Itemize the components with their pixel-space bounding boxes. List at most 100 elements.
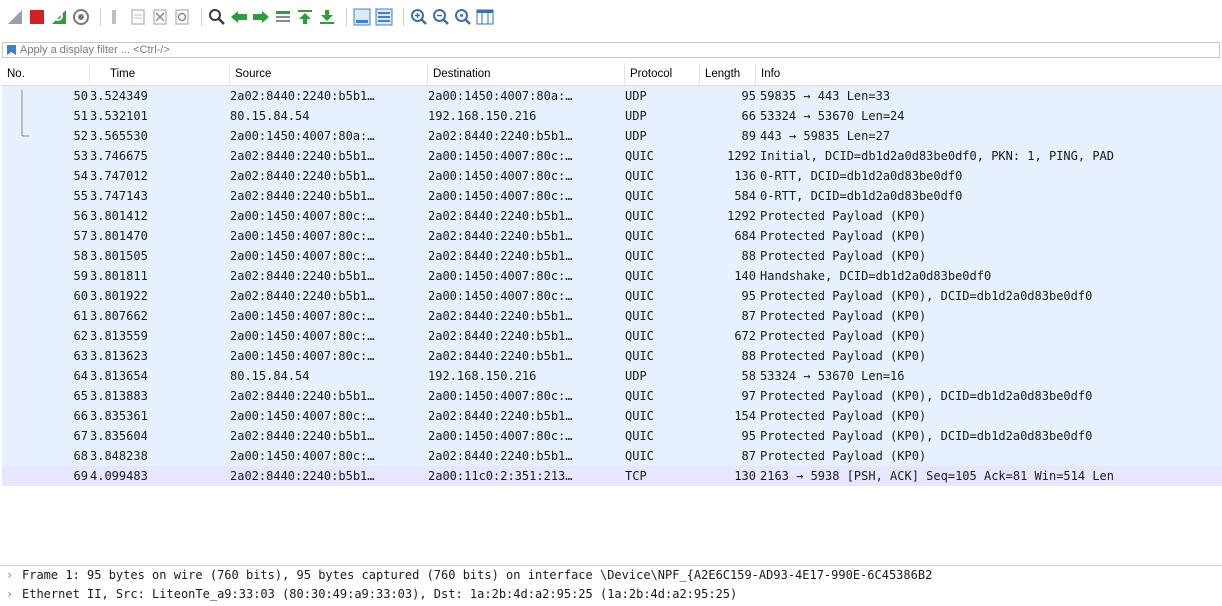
packet-time: 3.801412 [90, 209, 148, 223]
packet-destination: 2a02:8440:2240:b5b1… [428, 129, 573, 143]
find-packet-icon[interactable] [208, 8, 226, 26]
open-file-icon[interactable] [107, 8, 125, 26]
packet-number: 64 [73, 369, 88, 383]
column-header-info[interactable]: Info [756, 63, 1222, 85]
packet-row[interactable]: 68 3.848238 2a00:1450:4007:80c:… 2a02:8440:… [2, 446, 1222, 466]
packet-length: 95 [741, 89, 756, 103]
toolbar-separator [346, 8, 347, 26]
packet-info: 2163 → 5938 [PSH, ACK] Seq=105 Ack=81 Wi… [760, 469, 1115, 483]
packet-destination: 2a00:1450:4007:80a:… [428, 89, 573, 103]
packet-destination: 2a02:8440:2240:b5b1… [428, 309, 573, 323]
detail-tree-item[interactable]: › Ethernet II, Src: LiteonTe_a9:33:03 (80… [0, 585, 1222, 604]
packet-row[interactable]: 67 3.835604 2a02:8440:2240:b5b1… 2a00:1450:… [2, 426, 1222, 446]
packet-length: 95 [741, 289, 756, 303]
zoom-out-icon[interactable] [432, 8, 450, 26]
packet-row[interactable]: 54 3.747012 2a02:8440:2240:b5b1… 2a00:1450:… [2, 166, 1222, 186]
packet-row[interactable]: 63 3.813623 2a00:1450:4007:80c:… 2a02:8440:… [2, 346, 1222, 366]
packet-info: Initial, DCID=db1d2a0d83be0df0, PKN: 1, … [760, 149, 1115, 163]
packet-source: 2a02:8440:2240:b5b1… [230, 149, 375, 163]
packet-length: 1292 [727, 149, 756, 163]
packet-number: 60 [73, 289, 88, 303]
column-header-destination[interactable]: Destination [428, 63, 625, 85]
packet-destination: 2a02:8440:2240:b5b1… [428, 409, 573, 423]
column-header-length[interactable]: Length [700, 63, 756, 85]
go-to-packet-icon[interactable] [274, 8, 292, 26]
packet-row[interactable]: 64 3.813654 80.15.84.54 192.168.150.216 UDP 5… [2, 366, 1222, 386]
packet-destination: 2a00:1450:4007:80c:… [428, 189, 573, 203]
detail-tree-item[interactable]: › Frame 1: 95 bytes on wire (760 bits), 9… [0, 566, 1222, 585]
packet-protocol: QUIC [625, 329, 654, 343]
resize-columns-icon[interactable] [476, 8, 494, 26]
packet-length: 684 [734, 229, 756, 243]
packet-row[interactable]: 55 3.747143 2a02:8440:2240:b5b1… 2a00:1450:… [2, 186, 1222, 206]
restart-capture-icon[interactable] [50, 8, 68, 26]
display-filter-bar [2, 42, 1220, 58]
reload-file-icon[interactable] [173, 8, 191, 26]
packet-protocol: QUIC [625, 269, 654, 283]
packet-number: 55 [73, 189, 88, 203]
packet-time: 3.801505 [90, 249, 148, 263]
capture-options-icon[interactable] [72, 8, 90, 26]
packet-info: 59835 → 443 Len=33 [760, 89, 891, 103]
close-file-icon[interactable] [151, 8, 169, 26]
chevron-right-icon[interactable]: › [6, 585, 22, 604]
packet-source: 2a02:8440:2240:b5b1… [230, 189, 375, 203]
packet-destination: 192.168.150.216 [428, 109, 537, 123]
packet-time: 3.747012 [90, 169, 148, 183]
packet-length: 140 [734, 269, 756, 283]
column-header-source[interactable]: Source [230, 63, 428, 85]
colorize-icon[interactable] [375, 8, 393, 26]
auto-scroll-icon[interactable] [353, 8, 371, 26]
conversation-end-icon [21, 126, 29, 137]
go-forward-icon[interactable] [252, 8, 270, 26]
save-file-icon[interactable] [129, 8, 147, 26]
column-header-no[interactable]: No. [2, 63, 90, 85]
stop-capture-icon[interactable] [28, 8, 46, 26]
packet-row[interactable]: 50 3.524349 2a02:8440:2240:b5b1… 2a00:1450:… [2, 86, 1222, 106]
go-back-icon[interactable] [230, 8, 248, 26]
packet-destination: 2a00:1450:4007:80c:… [428, 169, 573, 183]
packet-row[interactable]: 62 3.813559 2a00:1450:4007:80c:… 2a02:8440:… [2, 326, 1222, 346]
packet-destination: 2a02:8440:2240:b5b1… [428, 449, 573, 463]
packet-row[interactable]: 57 3.801470 2a00:1450:4007:80c:… 2a02:8440:… [2, 226, 1222, 246]
packet-destination: 2a00:11c0:2:351:213… [428, 469, 573, 483]
packet-info: Protected Payload (KP0) [760, 409, 927, 423]
packet-row[interactable]: 66 3.835361 2a00:1450:4007:80c:… 2a02:8440:… [2, 406, 1222, 426]
packet-source: 2a00:1450:4007:80c:… [230, 309, 375, 323]
packet-row[interactable]: 65 3.813883 2a02:8440:2240:b5b1… 2a00:1450:… [2, 386, 1222, 406]
packet-length: 66 [741, 109, 756, 123]
go-last-packet-icon[interactable] [318, 8, 336, 26]
packet-length: 87 [741, 309, 756, 323]
chevron-right-icon[interactable]: › [6, 566, 22, 585]
conversation-line-icon [21, 90, 23, 106]
zoom-in-icon[interactable] [410, 8, 428, 26]
packet-row[interactable]: 60 3.801922 2a02:8440:2240:b5b1… 2a00:1450:… [2, 286, 1222, 306]
packet-row[interactable]: 59 3.801811 2a02:8440:2240:b5b1… 2a00:1450:… [2, 266, 1222, 286]
packet-row[interactable]: 56 3.801412 2a00:1450:4007:80c:… 2a02:8440:… [2, 206, 1222, 226]
packet-info: 0-RTT, DCID=db1d2a0d83be0df0 [760, 189, 963, 203]
packet-row[interactable]: 51 3.532101 80.15.84.54 192.168.150.216 UDP 6… [2, 106, 1222, 126]
packet-row[interactable]: 52 3.565530 2a00:1450:4007:80a:… 2a02:8440:… [2, 126, 1222, 146]
packet-row[interactable]: 69 4.099483 2a02:8440:2240:b5b1… 2a00:11c0:… [2, 466, 1222, 486]
packet-info: 443 → 59835 Len=27 [760, 129, 891, 143]
go-first-packet-icon[interactable] [296, 8, 314, 26]
zoom-normal-icon[interactable] [454, 8, 472, 26]
packet-row[interactable]: 58 3.801505 2a00:1450:4007:80c:… 2a02:8440:… [2, 246, 1222, 266]
packet-info: Handshake, DCID=db1d2a0d83be0df0 [760, 269, 992, 283]
packet-row[interactable]: 53 3.746675 2a02:8440:2240:b5b1… 2a00:1450:… [2, 146, 1222, 166]
packet-source: 2a02:8440:2240:b5b1… [230, 469, 375, 483]
packet-number: 61 [73, 309, 88, 323]
start-capture-fin-icon[interactable] [6, 8, 24, 26]
packet-info: 0-RTT, DCID=db1d2a0d83be0df0 [760, 169, 963, 183]
bookmark-icon[interactable] [7, 45, 16, 55]
column-header-protocol[interactable]: Protocol [625, 63, 700, 85]
packet-number: 56 [73, 209, 88, 223]
display-filter-input[interactable] [20, 43, 1200, 57]
packet-time: 4.099483 [90, 469, 148, 483]
column-header-time[interactable]: Time [90, 63, 230, 85]
packet-row[interactable]: 61 3.807662 2a00:1450:4007:80c:… 2a02:8440:… [2, 306, 1222, 326]
packet-length: 88 [741, 349, 756, 363]
packet-source: 2a00:1450:4007:80a:… [230, 129, 375, 143]
packet-number: 53 [73, 149, 88, 163]
packet-destination: 2a00:1450:4007:80c:… [428, 289, 573, 303]
